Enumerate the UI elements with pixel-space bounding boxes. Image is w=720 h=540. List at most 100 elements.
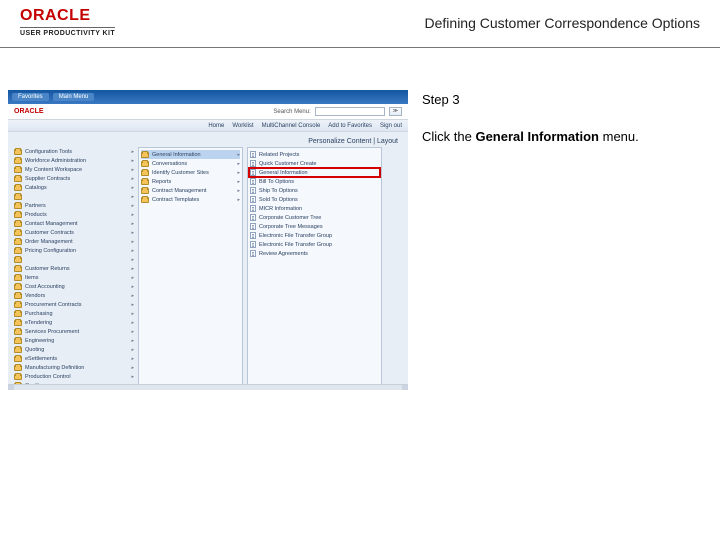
chevron-right-icon: ▸ [131,167,134,173]
chevron-right-icon: ▸ [131,221,134,227]
nav-folder-item[interactable]: Configuration Tools▸ [14,147,134,156]
nav-folder-item[interactable]: Customer Returns▸ [14,264,134,273]
submenu-folder-item[interactable]: Contract Templates ▸ [141,195,240,204]
nav-folder-item[interactable]: Purchasing▸ [14,309,134,318]
nav-folder-item[interactable]: Pricing Configuration▸ [14,246,134,255]
submenu-folder-item[interactable]: General Information▸ [141,150,240,159]
chevron-right-icon: ▸ [237,170,240,176]
toolbar-link-signout[interactable]: Sign out [380,123,402,129]
ss-brand-row: ORACLE Search Menu: ≫ [8,104,408,120]
ss-oracle-logo: ORACLE [14,108,44,115]
leaf-item-label: Corporate Tree Messages [259,224,323,230]
main-menu[interactable]: Main Menu [53,93,95,101]
nav-item-label: Services Procurement [25,329,79,335]
nav-folder-item[interactable]: Customer Contracts▸ [14,228,134,237]
submenu-item-label: Identify Customer Sites [152,170,209,176]
nav-item-label: Engineering [25,338,54,344]
document-icon [250,196,256,203]
nav-folder-item[interactable]: Order Management▸ [14,237,134,246]
leaf-menu-item[interactable]: General Information [250,168,379,177]
search-input[interactable] [315,107,385,116]
leaf-menu-item[interactable]: Review Agreements [250,249,379,258]
leaf-menu-item[interactable]: Electronic File Transfer Group [250,231,379,240]
leaf-item-label: Sold To Options [259,197,298,203]
horizontal-scrollbar[interactable] [8,384,408,390]
header-divider [0,47,720,48]
nav-column-2: General Information▸Conversations▸Identi… [138,147,243,390]
nav-item-label: Contact Management [25,221,78,227]
submenu-item-label: Contract Templates [152,197,199,203]
submenu-folder-item[interactable]: Reports▸ [141,177,240,186]
chevron-right-icon: ▸ [131,320,134,326]
panel-title[interactable]: Personalize Content | Layout [14,136,402,147]
submenu-folder-item[interactable]: Conversations▸ [141,159,240,168]
toolbar-link-favorites[interactable]: Add to Favorites [328,123,372,129]
folder-icon [141,152,149,158]
nav-folder-item[interactable]: Catalogs▸ [14,183,134,192]
chevron-right-icon: ▸ [131,347,134,353]
toolbar-link-mcconsole[interactable]: MultiChannel Console [262,123,321,129]
toolbar-link-home[interactable]: Home [208,123,224,129]
nav-item-label: Purchasing [25,311,53,317]
folder-icon [14,356,22,362]
leaf-menu-item[interactable]: Corporate Customer Tree [250,213,379,222]
nav-folder-item[interactable]: Procurement Contracts▸ [14,300,134,309]
toolbar-link-worklist[interactable]: Worklist [232,123,253,129]
search-go-button[interactable]: ≫ [389,107,402,116]
document-icon [250,205,256,212]
leaf-menu-item[interactable]: Related Projects [250,150,379,159]
submenu-item-label: Reports [152,179,171,185]
nav-folder-item[interactable]: Products▸ [14,210,134,219]
folder-icon [14,158,22,164]
folder-icon [14,329,22,335]
nav-folder-item[interactable]: Engineering▸ [14,336,134,345]
nav-folder-item[interactable]: Items▸ [14,273,134,282]
leaf-menu-item[interactable]: Sold To Options [250,195,379,204]
leaf-menu-item[interactable]: Corporate Tree Messages [250,222,379,231]
chevron-right-icon: ▸ [237,197,240,203]
ss-navbar: Favorites Main Menu [8,90,408,104]
leaf-menu-item[interactable]: Bill To Options [250,177,379,186]
leaf-item-label: Electronic File Transfer Group [259,242,332,248]
folder-icon [141,188,149,194]
step-label: Step 3 [422,92,712,107]
nav-folder-item[interactable]: Vendors▸ [14,291,134,300]
nav-folder-item[interactable]: ▸ [14,255,134,264]
chevron-right-icon: ▸ [237,161,240,167]
nav-folder-item[interactable]: eSettlements▸ [14,354,134,363]
folder-icon [14,239,22,245]
leaf-menu-item[interactable]: MICR Information [250,204,379,213]
nav-item-label: eSettlements [25,356,57,362]
nav-folder-item[interactable]: Cost Accounting▸ [14,282,134,291]
submenu-folder-item[interactable]: Contract Management▸ [141,186,240,195]
leaf-menu-item[interactable]: Electronic File Transfer Group [250,240,379,249]
chevron-right-icon: ▸ [237,188,240,194]
folder-icon [14,203,22,209]
chevron-right-icon: ▸ [131,185,134,191]
nav-folder-item[interactable]: My Content Workspace▸ [14,165,134,174]
favorites-menu[interactable]: Favorites [12,93,49,101]
nav-folder-item[interactable]: ▸ [14,192,134,201]
chevron-right-icon: ▸ [131,203,134,209]
leaf-menu-item[interactable]: Ship To Options [250,186,379,195]
submenu-folder-item[interactable]: Identify Customer Sites ▸ [141,168,240,177]
document-icon [250,160,256,167]
nav-item-label: Procurement Contracts [25,302,82,308]
nav-item-label: Configuration Tools [25,149,72,155]
leaf-item-label: Corporate Customer Tree [259,215,321,221]
nav-folder-item[interactable]: eTendering▸ [14,318,134,327]
nav-folder-item[interactable]: Quoting▸ [14,345,134,354]
nav-item-label: Cost Accounting [25,284,65,290]
nav-folder-item[interactable]: Workforce Administration▸ [14,156,134,165]
nav-folder-item[interactable]: Contact Management ▸ [14,219,134,228]
nav-folder-item[interactable]: Manufacturing Definition▸ [14,363,134,372]
chevron-right-icon: ▸ [131,257,134,263]
nav-folder-item[interactable]: Production Control▸ [14,372,134,381]
folder-icon [141,179,149,185]
nav-folder-item[interactable]: Partners▸ [14,201,134,210]
folder-icon [14,176,22,182]
nav-item-label: Supplier Contracts [25,176,70,182]
nav-folder-item[interactable]: Services Procurement▸ [14,327,134,336]
nav-folder-item[interactable]: Supplier Contracts▸ [14,174,134,183]
folder-icon [14,374,22,380]
